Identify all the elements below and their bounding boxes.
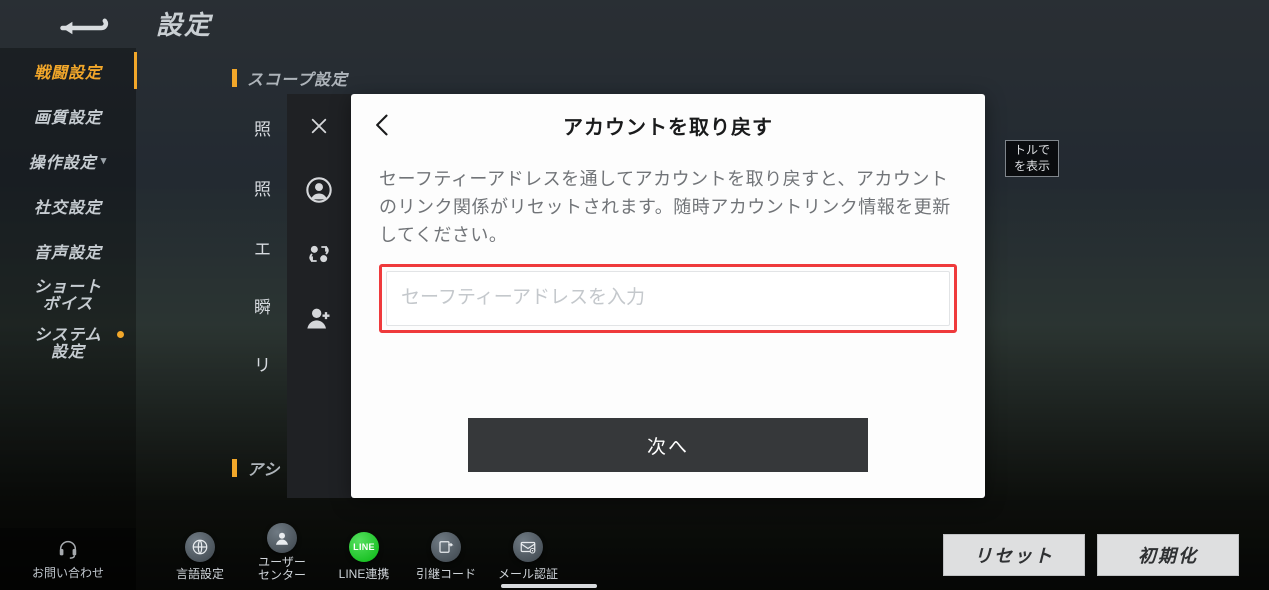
bottom-item-label: 言語設定 — [176, 565, 224, 582]
initialize-button[interactable]: 初期化 — [1097, 534, 1239, 576]
accent-bar-icon — [232, 459, 237, 477]
safety-address-input[interactable] — [386, 271, 950, 326]
user-add-icon — [305, 304, 333, 332]
bottom-toolbar: 言語設定 ユーザー センター LINE LINE連携 引継コード メール認証 — [164, 523, 564, 582]
bottom-language-button[interactable]: 言語設定 — [164, 532, 236, 582]
line-app-icon: LINE — [349, 532, 379, 562]
sidebar-item-combat[interactable]: 戦闘設定 — [0, 48, 136, 93]
section-header-label: アシ — [247, 456, 280, 480]
contact-support-button[interactable]: お問い合わせ — [0, 528, 136, 590]
reset-button-label: リセット — [974, 542, 1054, 568]
input-highlight-frame — [379, 264, 957, 333]
user-icon — [267, 523, 297, 553]
bottom-transfer-code-button[interactable]: 引継コード — [410, 532, 482, 582]
section-header-scope: スコープ設定 — [232, 66, 348, 90]
user-circle-icon — [305, 176, 333, 204]
setting-row-partial: リ — [254, 351, 271, 376]
uc-tab-switch[interactable] — [301, 236, 337, 272]
headset-icon — [57, 538, 79, 560]
next-button[interactable]: 次へ — [468, 418, 868, 472]
bottom-active-indicator — [501, 584, 597, 588]
next-button-label: 次へ — [647, 432, 689, 459]
sidebar-item-quality[interactable]: 画質設定 — [0, 93, 136, 138]
sidebar-item-label: 戦闘設定 — [34, 59, 102, 83]
uc-tab-add[interactable] — [301, 300, 337, 336]
chevron-down-icon: ▾ — [101, 154, 108, 167]
reset-button[interactable]: リセット — [943, 534, 1085, 576]
people-switch-icon — [305, 240, 333, 268]
sidebar-item-label: 設定 — [51, 345, 85, 362]
page-title: 設定 — [156, 5, 212, 42]
bottom-user-center-button[interactable]: ユーザー センター — [246, 523, 318, 582]
tooltip-line: を表示 — [1014, 159, 1050, 175]
dialog-header: アカウントを取り戻す — [351, 94, 985, 156]
dialog-description: セーフティーアドレスを通してアカウントを取り戻すと、アカウントのリンク関係がリセ… — [379, 166, 957, 250]
setting-row-partial: エ — [254, 235, 271, 260]
dialog-body: セーフティーアドレスを通してアカウントを取り戻すと、アカウントのリンク関係がリセ… — [351, 156, 985, 418]
sidebar-item-label: 操作設定 — [29, 149, 97, 173]
section-header-assist: アシ — [232, 456, 280, 480]
notification-dot-icon — [117, 331, 124, 338]
bottom-item-label: ユーザー センター — [258, 556, 306, 582]
initialize-button-label: 初期化 — [1138, 542, 1198, 568]
sidebar-item-short-voice[interactable]: ショート ボイス — [0, 273, 136, 321]
setting-row-partial: 瞬 — [254, 293, 271, 318]
setting-row-partial: 照 — [254, 115, 271, 140]
settings-sidebar: 戦闘設定 画質設定 操作設定 ▾ 社交設定 音声設定 ショート ボイス システム… — [0, 48, 136, 528]
sidebar-item-label: システム — [34, 328, 102, 345]
back-button[interactable] — [58, 8, 112, 48]
tooltip-box: トルで を表示 — [1005, 140, 1059, 177]
transfer-code-icon — [431, 532, 461, 562]
recover-account-dialog: アカウントを取り戻す セーフティーアドレスを通してアカウントを取り戻すと、アカウ… — [351, 94, 985, 498]
close-button[interactable] — [301, 108, 337, 144]
sidebar-item-controls[interactable]: 操作設定 ▾ — [0, 138, 136, 183]
accent-bar-icon — [232, 69, 237, 87]
mail-lock-icon — [513, 532, 543, 562]
sidebar-item-system[interactable]: システム 設定 — [0, 321, 136, 369]
back-arrow-icon — [58, 14, 112, 42]
section-header-label: スコープ設定 — [247, 66, 348, 90]
sidebar-item-social[interactable]: 社交設定 — [0, 183, 136, 228]
user-center-sidebar — [287, 94, 351, 498]
dialog-title: アカウントを取り戻す — [351, 111, 985, 140]
sidebar-item-label: ボイス — [43, 297, 94, 314]
setting-row-partial: 照 — [254, 175, 271, 200]
bottom-item-label: 引継コード — [416, 565, 476, 582]
uc-tab-profile[interactable] — [301, 172, 337, 208]
bottom-item-label: LINE連携 — [339, 565, 390, 582]
sidebar-item-audio[interactable]: 音声設定 — [0, 228, 136, 273]
bottom-item-label: メール認証 — [498, 565, 558, 582]
dialog-footer: 次へ — [351, 418, 985, 498]
sidebar-item-label: 音声設定 — [34, 239, 102, 263]
bottom-mail-auth-button[interactable]: メール認証 — [492, 532, 564, 582]
sidebar-item-label: ショート — [34, 280, 102, 297]
sidebar-item-label: 画質設定 — [34, 104, 102, 128]
contact-label: お問い合わせ — [32, 564, 104, 581]
globe-icon — [185, 532, 215, 562]
bottom-line-link-button[interactable]: LINE LINE連携 — [328, 532, 400, 582]
tooltip-line: トルで — [1014, 143, 1050, 159]
sidebar-item-label: 社交設定 — [34, 194, 102, 218]
close-icon — [310, 117, 328, 135]
